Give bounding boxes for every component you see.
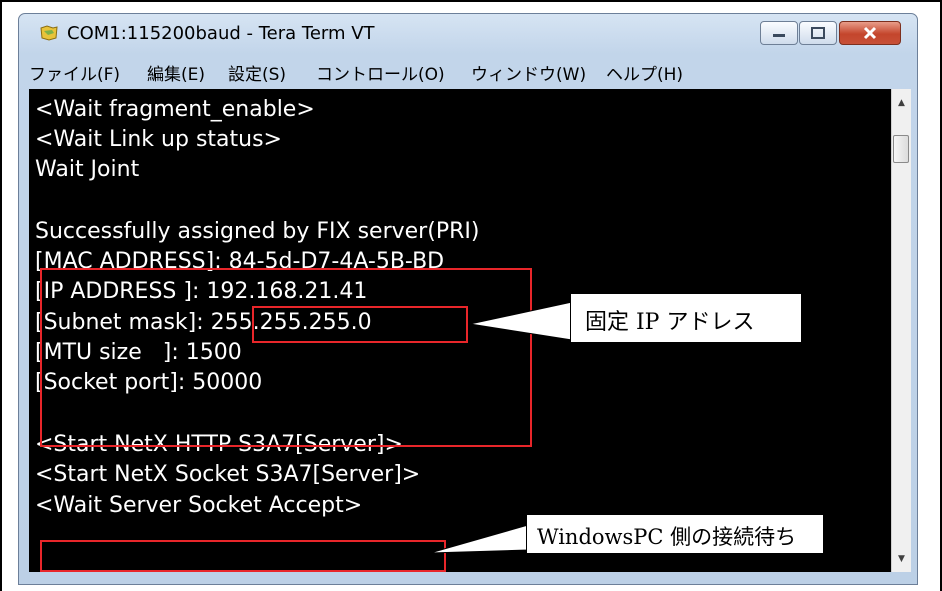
fixed-ip-label: 固定 IP アドレス bbox=[585, 310, 755, 335]
wait-callout: WindowsPC 側の接続待ち bbox=[526, 514, 824, 554]
wait-label: WindowsPC 側の接続待ち bbox=[537, 525, 797, 549]
wait-callout-pointer bbox=[429, 524, 529, 554]
fixed-ip-callout: 固定 IP アドレス bbox=[570, 293, 802, 343]
ip-callout-pointer bbox=[469, 301, 573, 341]
